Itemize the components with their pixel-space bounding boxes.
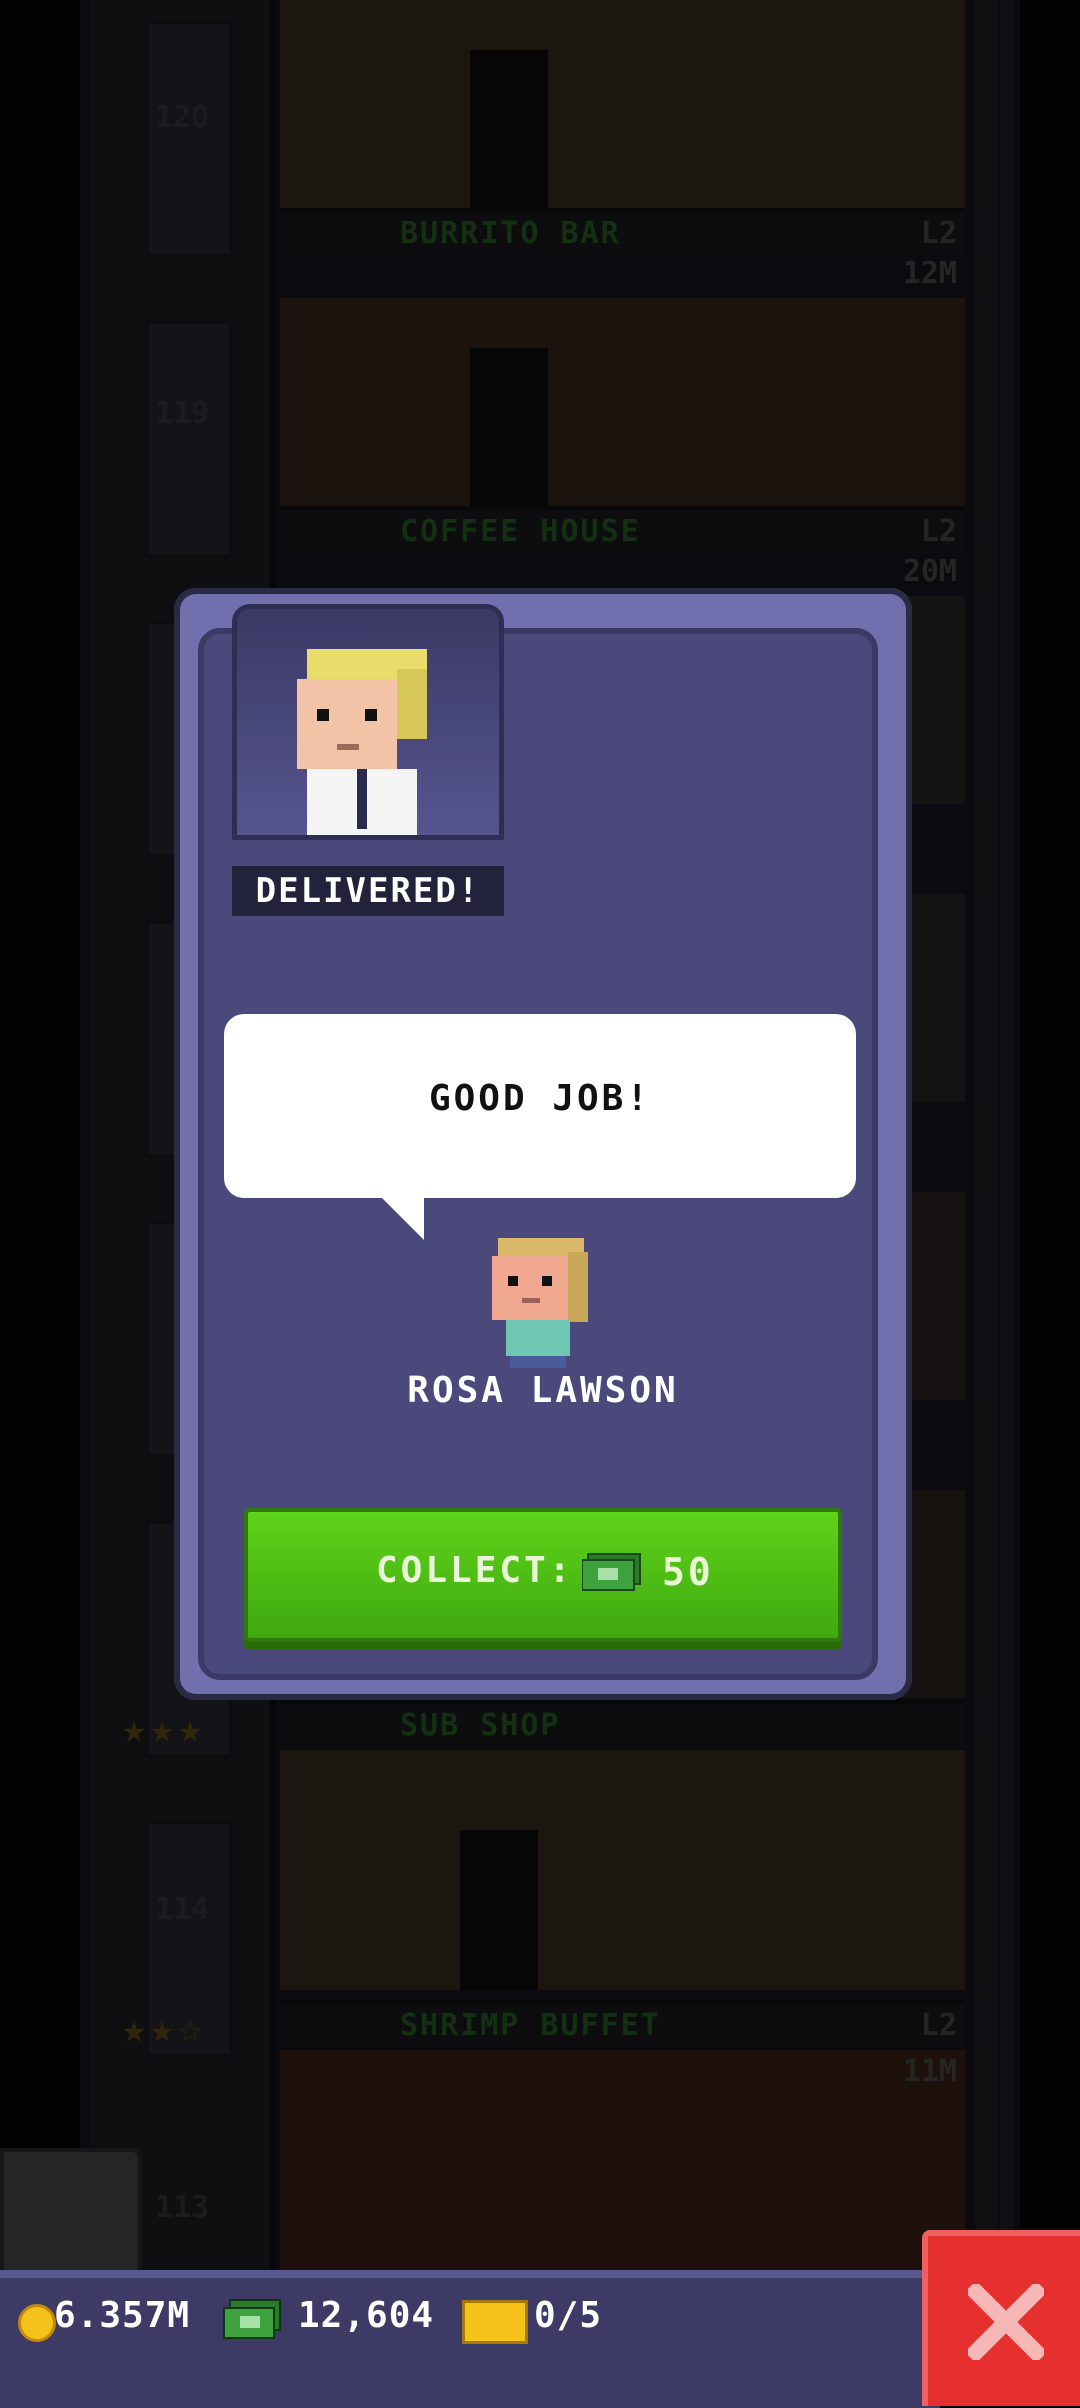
collect-amount: 50 — [662, 1550, 714, 1594]
speech-text: GOOD JOB! — [428, 1078, 652, 1119]
bux-icon — [223, 2299, 281, 2339]
collect-button[interactable]: COLLECT: 50 — [244, 1508, 842, 1642]
close-icon — [968, 2284, 1044, 2360]
bux-count: 12,604 — [298, 2295, 435, 2336]
ticket-icon — [462, 2300, 528, 2344]
delivered-label: DELIVERED! — [232, 866, 504, 916]
bitizen-avatar-icon — [297, 649, 427, 835]
close-button[interactable] — [922, 2230, 1080, 2406]
resident-avatar-icon — [492, 1238, 588, 1368]
tickets-count: 0/5 — [534, 2295, 603, 2336]
resident-name: ROSA LAWSON — [407, 1370, 679, 1411]
collect-label: COLLECT: — [376, 1550, 574, 1591]
delivered-avatar-frame — [232, 604, 504, 840]
coins-count: 6.357M — [54, 2295, 191, 2336]
coin-icon — [18, 2304, 56, 2342]
bux-icon — [582, 1553, 641, 1591]
speech-bubble-tail — [380, 1196, 424, 1240]
